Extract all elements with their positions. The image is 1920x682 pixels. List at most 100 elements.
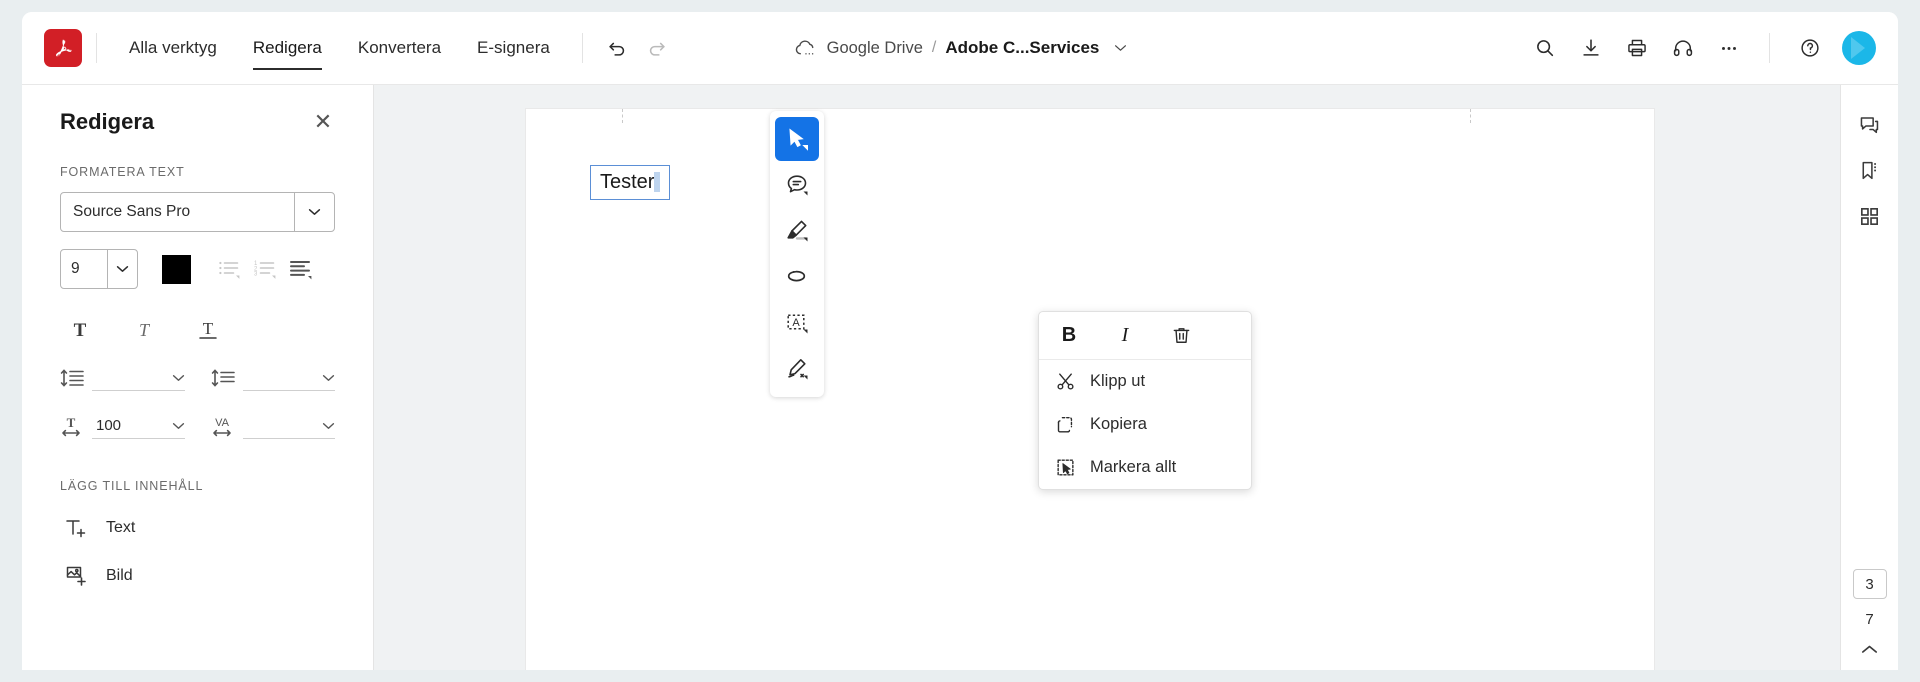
paragraph-spacing-field[interactable] xyxy=(211,365,335,391)
text-color-swatch[interactable] xyxy=(162,254,191,284)
font-size-select[interactable]: 9 xyxy=(60,249,138,289)
file-name[interactable]: Adobe C...Services xyxy=(945,38,1099,58)
font-family-dropdown-arrow[interactable] xyxy=(294,193,334,231)
comments-panel-button[interactable] xyxy=(1850,101,1890,147)
textbox-tool[interactable]: A xyxy=(775,301,819,345)
document-canvas[interactable]: Tester A B I Klipp ut Kopiera Markera al… xyxy=(374,85,1840,670)
header-actions xyxy=(1525,28,1898,68)
thumbnails-panel-button[interactable] xyxy=(1850,193,1890,239)
undo-icon xyxy=(609,42,624,56)
help-button[interactable] xyxy=(1790,28,1830,68)
chevron-down-icon xyxy=(322,374,335,381)
menu-item-kopiera[interactable]: Kopiera xyxy=(1039,403,1251,446)
chevron-down-icon xyxy=(172,422,184,429)
chevron-down-icon xyxy=(116,266,129,272)
storage-name[interactable]: Google Drive xyxy=(827,39,923,58)
page-title: Redigera xyxy=(60,109,155,134)
menu-item-klipp-ut[interactable]: Klipp ut xyxy=(1039,360,1251,403)
underline-button[interactable]: T xyxy=(194,315,222,343)
bold-button[interactable]: T xyxy=(66,315,94,343)
menu-item-label: Markera allt xyxy=(1090,458,1177,476)
font-size-dropdown-arrow[interactable] xyxy=(107,250,137,288)
download-icon xyxy=(1583,39,1599,56)
line-spacing-icon xyxy=(60,365,86,391)
underline-icon: T xyxy=(199,319,217,339)
numbered-list-button[interactable]: 1 2 3 xyxy=(247,254,283,284)
main-nav-tabs: Alla verktyg Redigera Konvertera E-signe… xyxy=(111,12,568,84)
scroll-up-button[interactable] xyxy=(1861,642,1878,660)
headphones-button[interactable] xyxy=(1663,28,1703,68)
tracking-field[interactable]: VA xyxy=(211,413,335,439)
line-spacing-row xyxy=(60,365,335,391)
bookmark-icon xyxy=(1862,161,1877,179)
menu-item-markera-allt[interactable]: Markera allt xyxy=(1039,446,1251,489)
svg-text:T: T xyxy=(203,319,214,338)
tab-redigera[interactable]: Redigera xyxy=(235,12,340,84)
breadcrumb-separator: / xyxy=(931,39,937,56)
signature-pen-icon xyxy=(788,359,808,380)
page-navigation: 3 7 xyxy=(1841,569,1898,660)
acrobat-window: Alla verktyg Redigera Konvertera E-signe… xyxy=(22,12,1898,670)
tab-alla-verktyg[interactable]: Alla verktyg xyxy=(111,12,235,84)
font-family-select[interactable]: Source Sans Pro xyxy=(60,192,335,232)
total-pages: 7 xyxy=(1865,611,1874,628)
highlight-tool[interactable] xyxy=(775,209,819,253)
delete-button[interactable] xyxy=(1167,322,1195,350)
redo-button[interactable] xyxy=(637,28,677,68)
scissors-icon xyxy=(1057,373,1074,390)
italic-button[interactable]: I xyxy=(1111,322,1139,350)
print-button[interactable] xyxy=(1617,28,1657,68)
download-button[interactable] xyxy=(1571,28,1611,68)
highlighter-icon xyxy=(787,220,808,242)
paragraph-spacing-input[interactable] xyxy=(242,365,335,391)
select-tool[interactable] xyxy=(775,117,819,161)
font-family-value: Source Sans Pro xyxy=(73,203,191,220)
text-align-button[interactable] xyxy=(283,254,319,284)
text-align-icon xyxy=(290,261,312,280)
search-icon xyxy=(1537,40,1554,57)
svg-text:VA: VA xyxy=(215,417,230,429)
horizontal-scale-icon: T xyxy=(60,413,86,439)
avatar[interactable] xyxy=(1842,31,1876,65)
copy-icon xyxy=(1057,416,1073,433)
add-text-icon xyxy=(66,520,86,538)
chevron-down-icon xyxy=(308,209,321,215)
close-icon[interactable]: ✕ xyxy=(311,111,335,133)
sign-tool[interactable] xyxy=(775,347,819,391)
tab-e-signera[interactable]: E-signera xyxy=(459,12,568,84)
chevron-down-icon xyxy=(322,422,335,429)
horizontal-scale-input[interactable]: 100 xyxy=(92,413,185,439)
italic-icon: T xyxy=(139,320,151,340)
bulleted-list-button[interactable] xyxy=(211,254,247,284)
more-options-button[interactable] xyxy=(1709,28,1749,68)
cloud-icon xyxy=(795,39,814,55)
tracking-input[interactable] xyxy=(242,413,335,439)
editable-text-box[interactable]: Tester xyxy=(590,165,671,200)
comment-tool[interactable] xyxy=(775,163,819,207)
chevron-down-icon[interactable] xyxy=(1114,44,1127,52)
horizontal-scale-field[interactable]: T 100 xyxy=(60,413,185,439)
bold-icon: T xyxy=(74,320,87,341)
italic-button[interactable]: T xyxy=(130,315,158,343)
add-text-item[interactable]: Text xyxy=(60,515,335,541)
svg-text:3: 3 xyxy=(254,272,258,278)
adobe-acrobat-logo[interactable] xyxy=(44,29,82,67)
text-context-menu: B I Klipp ut Kopiera Markera allt xyxy=(1038,311,1252,490)
paragraph-spacing-icon xyxy=(211,365,237,391)
trash-icon xyxy=(1173,328,1189,343)
current-page-input[interactable]: 3 xyxy=(1852,569,1887,599)
tab-konvertera[interactable]: Konvertera xyxy=(340,12,459,84)
acrobat-a-glyph xyxy=(56,39,72,57)
undo-button[interactable] xyxy=(597,28,637,68)
search-button[interactable] xyxy=(1525,28,1565,68)
bookmarks-panel-button[interactable] xyxy=(1850,147,1890,193)
header-divider-2 xyxy=(581,33,583,63)
line-spacing-input[interactable] xyxy=(92,365,185,391)
bold-button[interactable]: B xyxy=(1055,322,1083,350)
line-spacing-field[interactable] xyxy=(60,365,185,391)
add-image-item[interactable]: Bild xyxy=(60,563,335,589)
add-image-label: Bild xyxy=(106,567,133,584)
margin-guide-left xyxy=(622,109,623,123)
lasso-tool[interactable] xyxy=(775,255,819,299)
context-menu-format-row: B I xyxy=(1039,312,1251,360)
